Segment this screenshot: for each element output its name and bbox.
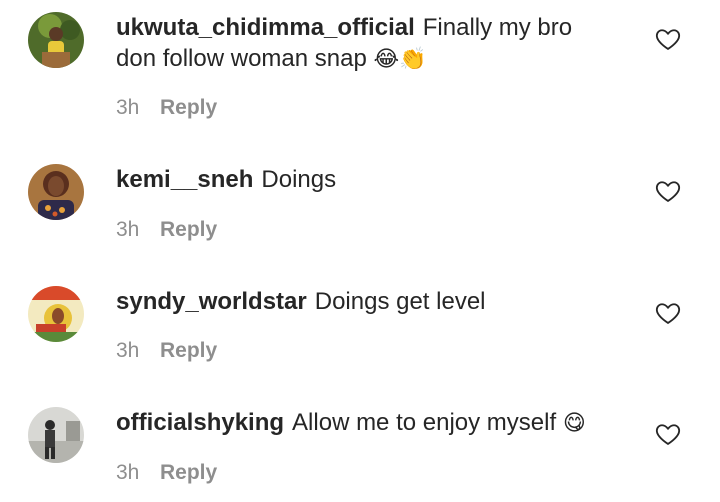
comment-timestamp: 3h bbox=[116, 218, 140, 241]
comment-meta: 3h Reply bbox=[116, 96, 217, 120]
comment-meta: 3h Reply bbox=[116, 339, 217, 363]
comment-emoji: 😂👏 bbox=[373, 47, 427, 72]
comment-username[interactable]: ukwuta_chidimma_official bbox=[116, 14, 415, 41]
avatar[interactable] bbox=[28, 407, 84, 463]
like-button[interactable] bbox=[654, 299, 682, 327]
like-button[interactable] bbox=[654, 25, 682, 53]
comment-timestamp: 3h bbox=[116, 461, 140, 484]
reply-button[interactable]: Reply bbox=[160, 461, 217, 484]
comment-body: Allow me to enjoy myself bbox=[292, 409, 557, 436]
heart-outline-icon bbox=[655, 303, 681, 324]
avatar[interactable] bbox=[28, 12, 84, 68]
comment-meta: 3h Reply bbox=[116, 218, 217, 242]
comment-username[interactable]: kemi__sneh bbox=[116, 166, 253, 193]
like-button[interactable] bbox=[654, 177, 682, 205]
comment-meta: 3h Reply bbox=[116, 461, 217, 485]
comment-text: officialshyking Allow me to enjoy myself … bbox=[116, 407, 616, 439]
reply-button[interactable]: Reply bbox=[160, 96, 217, 119]
comment-timestamp: 3h bbox=[116, 96, 140, 119]
comment-emoji: 😋 bbox=[562, 411, 586, 436]
comment-username[interactable]: syndy_worldstar bbox=[116, 288, 307, 315]
comment-timestamp: 3h bbox=[116, 339, 140, 362]
heart-outline-icon bbox=[655, 424, 681, 445]
avatar[interactable] bbox=[28, 164, 84, 220]
comment-text: ukwuta_chidimma_official Finally my bro d… bbox=[116, 12, 616, 75]
avatar[interactable] bbox=[28, 286, 84, 342]
reply-button[interactable]: Reply bbox=[160, 339, 217, 362]
comment-text: kemi__sneh Doings bbox=[116, 164, 616, 195]
comment-username[interactable]: officialshyking bbox=[116, 409, 284, 436]
comment-body: Doings bbox=[261, 166, 337, 193]
reply-button[interactable]: Reply bbox=[160, 218, 217, 241]
like-button[interactable] bbox=[654, 420, 682, 448]
comment-text: syndy_worldstar Doings get level bbox=[116, 286, 616, 317]
heart-outline-icon bbox=[655, 29, 681, 50]
heart-outline-icon bbox=[655, 181, 681, 202]
comment-body: Doings get level bbox=[314, 288, 486, 315]
